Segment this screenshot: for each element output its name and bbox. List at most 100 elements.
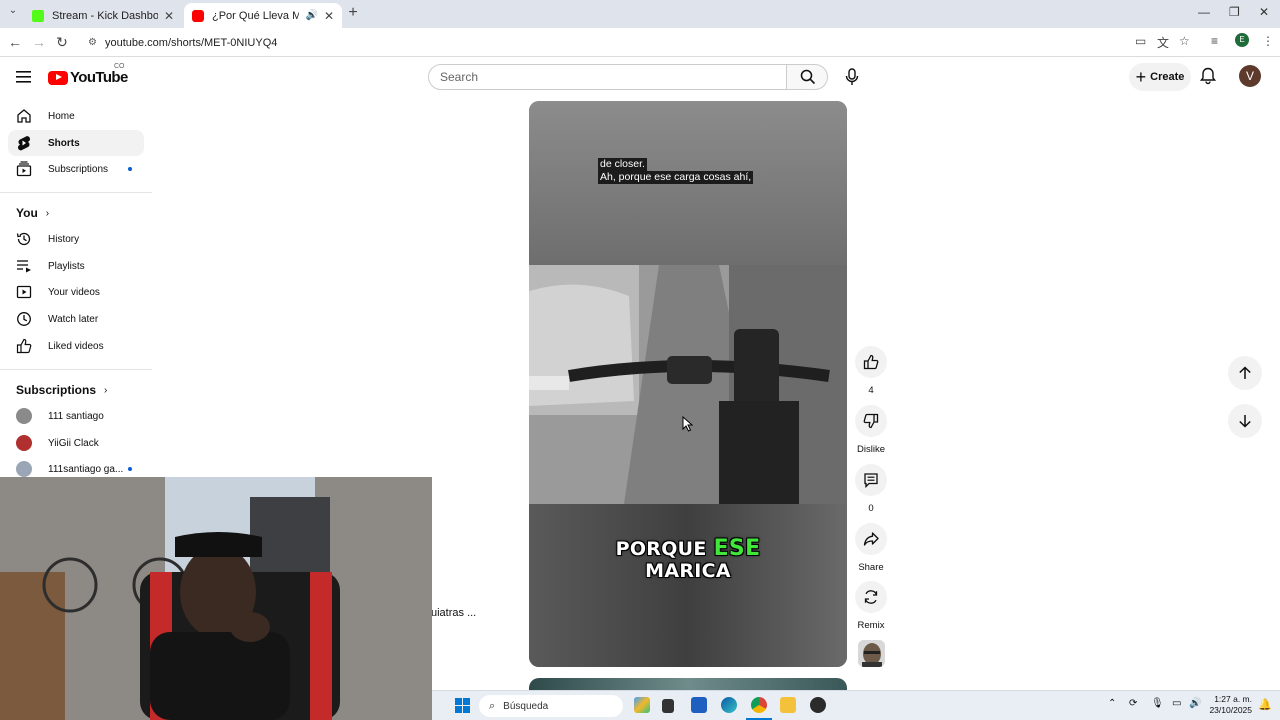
close-tab-icon[interactable]: ✕ bbox=[324, 9, 334, 23]
sidebar-item-liked-videos[interactable]: Liked videos bbox=[8, 333, 144, 359]
sidebar-divider bbox=[0, 192, 152, 193]
comment-icon bbox=[864, 473, 878, 488]
new-content-dot bbox=[128, 167, 132, 171]
tab-youtube-short[interactable]: ¿Por Qué Lleva Mochila? Re 🔊 ✕ bbox=[184, 3, 342, 28]
share-label: Share bbox=[858, 562, 884, 573]
tab-title: Stream - Kick Dashboard bbox=[52, 9, 158, 22]
sidebar-item-label: Liked videos bbox=[48, 340, 104, 352]
sync-icon[interactable]: ⟳ bbox=[1129, 698, 1137, 709]
sidebar-item-home[interactable]: Home bbox=[8, 103, 144, 129]
dislike-action: Dislike bbox=[855, 405, 887, 455]
network-icon[interactable]: ▭ bbox=[1172, 698, 1181, 709]
like-action: 4 bbox=[855, 346, 887, 396]
remix-label: Remix bbox=[857, 620, 885, 631]
like-button[interactable] bbox=[855, 346, 887, 378]
shorts-icon bbox=[16, 135, 32, 151]
file-explorer-icon[interactable] bbox=[780, 697, 796, 713]
youtube-logo[interactable]: YouTube CO bbox=[48, 63, 128, 86]
bookmark-star-icon[interactable]: ☆ bbox=[1179, 34, 1190, 48]
sidebar-item-label: Watch later bbox=[48, 313, 99, 325]
sidebar-channel-111-santiago[interactable]: 111 santiago bbox=[8, 403, 144, 429]
obs-icon[interactable] bbox=[810, 697, 826, 713]
sidebar-channel-yiigii-clack[interactable]: YiiGii Clack bbox=[8, 430, 144, 456]
site-info-icon[interactable]: ⚙ bbox=[88, 37, 97, 48]
voice-search-button[interactable] bbox=[836, 61, 868, 93]
maximize-icon[interactable]: ❐ bbox=[1229, 5, 1240, 19]
minimize-icon[interactable]: — bbox=[1198, 5, 1210, 19]
install-app-icon[interactable]: ▭ bbox=[1135, 34, 1146, 48]
short-video-player[interactable]: de closer. Ah, porque ese carga cosas ah… bbox=[529, 101, 847, 667]
channel-face-image bbox=[858, 640, 885, 667]
search-input[interactable]: Search bbox=[428, 64, 787, 90]
channel-avatar bbox=[16, 408, 32, 424]
notification-center-icon[interactable]: 🔔 bbox=[1258, 698, 1272, 711]
kick-favicon-icon bbox=[32, 9, 44, 22]
copilot-icon[interactable] bbox=[634, 697, 650, 713]
mouse-cursor-icon bbox=[682, 416, 694, 432]
tab-search-icon[interactable]: ⌄ bbox=[4, 5, 22, 16]
store-icon[interactable] bbox=[691, 697, 707, 713]
tab-kick-dashboard[interactable]: Stream - Kick Dashboard ✕ bbox=[24, 3, 182, 28]
sidebar-item-history[interactable]: History bbox=[8, 226, 144, 252]
create-label: Create bbox=[1150, 71, 1185, 83]
address-bar-row: ← → ↻ ⚙ youtube.com/shorts/MET-0NIUYQ4 ▭… bbox=[0, 28, 1280, 57]
chevron-up-icon[interactable]: ⌃ bbox=[1108, 698, 1116, 709]
translate-icon[interactable]: 文 bbox=[1157, 34, 1169, 51]
microphone-tray-icon[interactable]: 🎙 bbox=[1151, 698, 1164, 709]
notifications-button[interactable] bbox=[1199, 67, 1217, 90]
plus-icon: + bbox=[1135, 67, 1147, 87]
close-window-icon[interactable]: ✕ bbox=[1259, 5, 1269, 19]
sidebar-item-playlists[interactable]: Playlists bbox=[8, 253, 144, 279]
subtitle-line-1: de closer. bbox=[598, 158, 647, 171]
sidebar-you-heading[interactable]: You › bbox=[16, 206, 49, 220]
comments-button[interactable] bbox=[855, 464, 887, 496]
volume-icon[interactable]: 🔊 bbox=[1189, 698, 1201, 709]
sidebar-item-watch-later[interactable]: Watch later bbox=[8, 306, 144, 332]
subscriptions-heading-label: Subscriptions bbox=[16, 383, 97, 397]
next-short-button[interactable] bbox=[1228, 404, 1262, 438]
share-button[interactable] bbox=[855, 523, 887, 555]
logo-text: YouTube bbox=[70, 69, 128, 86]
channel-avatar-thumbnail[interactable] bbox=[858, 640, 885, 667]
hamburger-menu-icon[interactable] bbox=[16, 70, 32, 89]
url-text: youtube.com/shorts/MET-0NIUYQ4 bbox=[104, 36, 278, 49]
media-controls-icon[interactable]: ≡ bbox=[1211, 34, 1218, 48]
audio-playing-icon[interactable]: 🔊 bbox=[305, 10, 317, 21]
search-icon bbox=[800, 69, 816, 85]
share-icon bbox=[863, 532, 879, 546]
video-frame bbox=[529, 101, 847, 667]
remix-button[interactable] bbox=[855, 581, 887, 613]
sidebar-item-your-videos[interactable]: Your videos bbox=[8, 279, 144, 305]
taskbar-search[interactable]: ⌕ Búsqueda bbox=[479, 695, 623, 717]
sidebar-item-shorts[interactable]: Shorts bbox=[8, 130, 144, 156]
new-content-dot bbox=[128, 467, 132, 471]
sidebar-subscriptions-heading[interactable]: Subscriptions › bbox=[16, 383, 107, 397]
sidebar-item-label: Home bbox=[48, 110, 75, 122]
previous-short-button[interactable] bbox=[1228, 356, 1262, 390]
create-button[interactable]: + Create bbox=[1129, 63, 1191, 91]
new-tab-button[interactable]: + bbox=[344, 4, 362, 22]
windows-start-icon[interactable] bbox=[455, 698, 470, 718]
playlists-icon bbox=[16, 258, 32, 274]
account-avatar[interactable]: V bbox=[1239, 65, 1261, 87]
task-view-icon[interactable] bbox=[662, 699, 674, 713]
profile-icon[interactable]: E bbox=[1235, 33, 1249, 47]
dislike-button[interactable] bbox=[855, 405, 887, 437]
you-heading-label: You bbox=[16, 206, 38, 220]
youtube-favicon-icon bbox=[192, 9, 204, 22]
forward-icon[interactable]: → bbox=[30, 34, 48, 50]
sidebar-item-subscriptions[interactable]: Subscriptions bbox=[8, 156, 144, 182]
dislike-label: Dislike bbox=[857, 444, 885, 455]
search-button[interactable] bbox=[786, 64, 828, 90]
edge-icon[interactable] bbox=[721, 697, 737, 713]
omnibox[interactable]: ⚙ youtube.com/shorts/MET-0NIUYQ4 bbox=[80, 31, 1200, 54]
menu-kebab-icon[interactable]: ⋮ bbox=[1262, 34, 1274, 48]
chrome-icon[interactable] bbox=[751, 697, 767, 713]
country-code: CO bbox=[114, 63, 125, 70]
system-clock[interactable]: 1:27 a. m. 23/10/2025 bbox=[1204, 694, 1252, 716]
close-tab-icon[interactable]: ✕ bbox=[164, 9, 174, 23]
back-icon[interactable]: ← bbox=[6, 34, 24, 50]
taskbar-search-placeholder: Búsqueda bbox=[503, 700, 549, 712]
your-videos-icon bbox=[16, 284, 32, 300]
reload-icon[interactable]: ↻ bbox=[53, 34, 71, 51]
